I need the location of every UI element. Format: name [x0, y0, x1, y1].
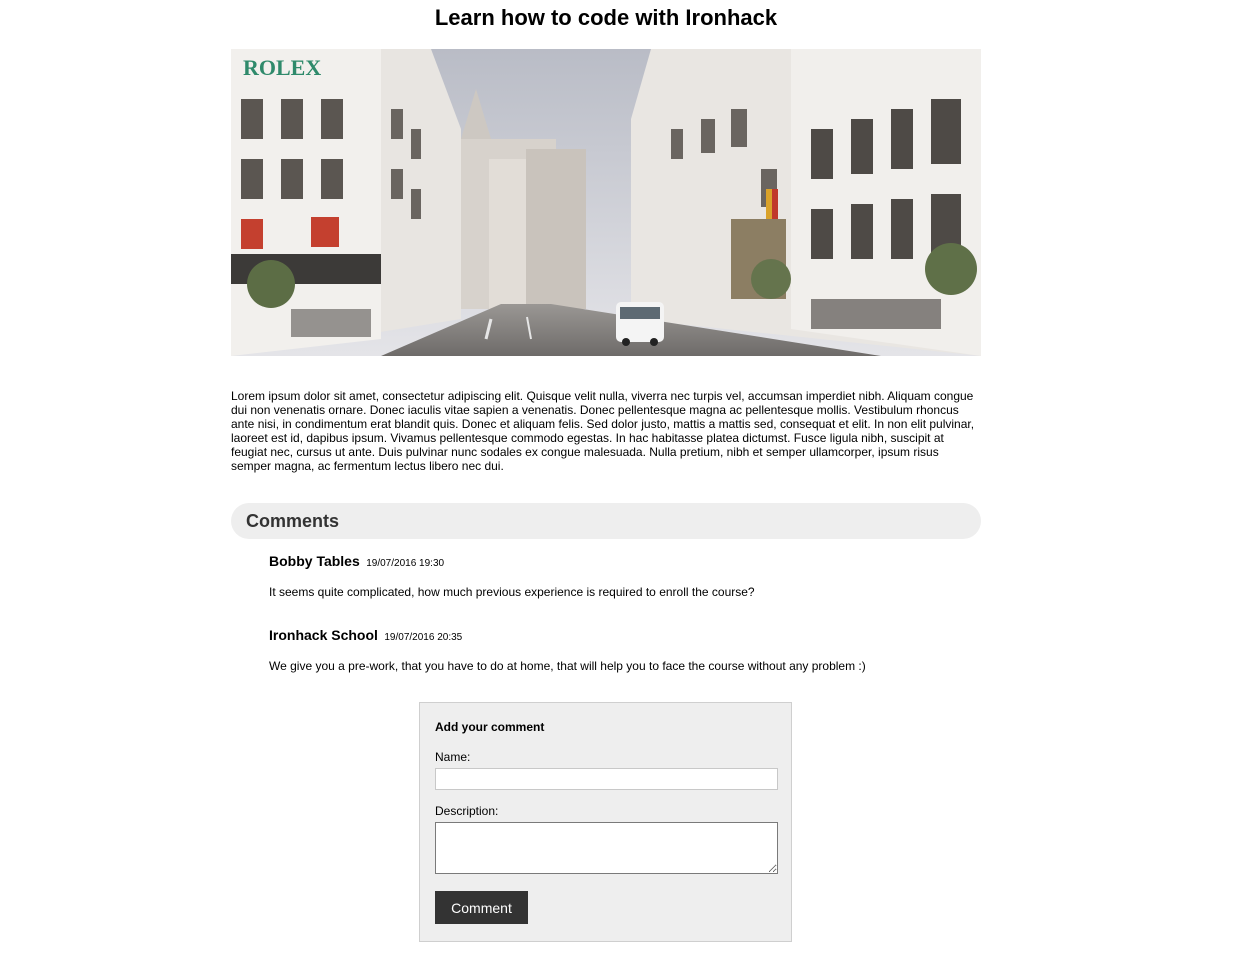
- comment-item: Bobby Tables 19/07/2016 19:30 It seems q…: [269, 553, 969, 599]
- description-textarea[interactable]: [435, 822, 778, 874]
- name-label: Name:: [435, 750, 471, 764]
- comment-submit-button[interactable]: Comment: [435, 891, 528, 924]
- description-label: Description:: [435, 804, 499, 818]
- comment-author: Ironhack School: [269, 627, 378, 643]
- comment-date: 19/07/2016 20:35: [384, 632, 463, 643]
- page-title: Learn how to code with Ironhack: [434, 5, 778, 30]
- hero-image: ROLEX: [231, 49, 981, 356]
- article-body: Lorem ipsum dolor sit amet, consectetur …: [231, 389, 975, 473]
- add-comment-form: Add your comment Name: Description: Comm…: [419, 702, 792, 942]
- comment-item: Ironhack School 19/07/2016 20:35 We give…: [269, 627, 969, 673]
- comments-heading: Comments: [246, 511, 340, 531]
- comment-author: Bobby Tables: [269, 553, 360, 569]
- rolex-sign: ROLEX: [243, 55, 321, 80]
- name-input[interactable]: [435, 768, 778, 790]
- comment-date: 19/07/2016 19:30: [366, 558, 445, 569]
- comment-text: We give you a pre-work, that you have to…: [269, 659, 866, 673]
- form-title: Add your comment: [435, 720, 545, 734]
- comment-text: It seems quite complicated, how much pre…: [269, 585, 755, 599]
- comments-header: Comments: [231, 503, 981, 539]
